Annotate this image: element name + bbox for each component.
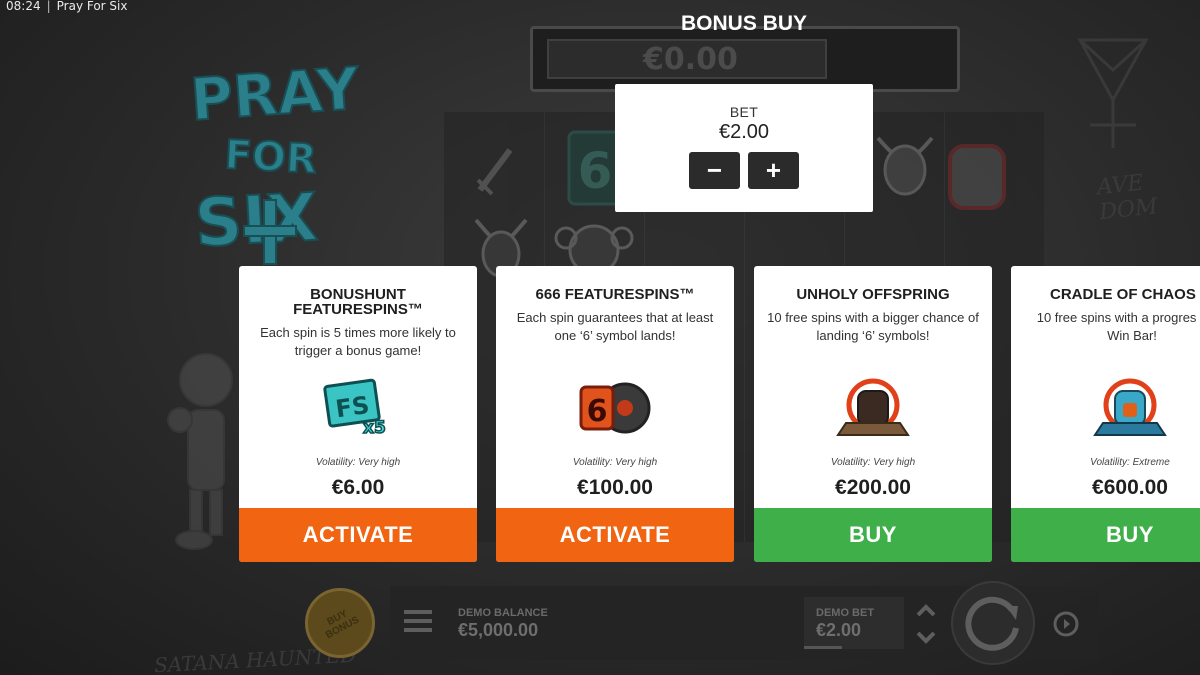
card-description: 10 free spins with a bigger chance of la… (767, 310, 979, 343)
demon-cradle-red-icon (836, 378, 910, 436)
bonus-card-cradle-of-chaos: CRADLE OF CHAOS 10 free spins with a pro… (1011, 266, 1200, 562)
autoplay-icon[interactable] (1050, 608, 1082, 640)
bonus-buy-title: BONUS BUY (680, 12, 807, 35)
card-price: €6.00 (331, 476, 385, 499)
demo-bet-value: €2.00 (816, 620, 862, 640)
bet-increase-button[interactable]: + (748, 152, 799, 189)
card-volatility: Volatility: Very high (315, 457, 401, 468)
svg-text:6: 6 (578, 142, 613, 200)
card-description-text: 10 free spins with a progres Total Win B… (1036, 310, 1200, 343)
activate-button[interactable]: ACTIVATE (239, 508, 477, 562)
svg-text:PRAY: PRAY (188, 54, 362, 134)
sword-symbol-icon (476, 148, 513, 196)
bonus-card-bonushunt: BONUSHUNT FEATURESPINS™ Each spin is 5 t… (239, 266, 477, 562)
demo-bet-underline (804, 646, 842, 649)
card-title: 666 FEATURESPINS™ (535, 286, 695, 303)
buy-button[interactable]: BUY (754, 508, 992, 562)
goat-head-icon (876, 136, 934, 196)
card-description: Each spin is 5 times more likely to trig… (260, 325, 456, 358)
card-volatility: Volatility: Very high (572, 457, 658, 468)
buy-bonus-label: BUY BONUS (324, 608, 362, 642)
game-logo: PRAY FOR SIX (188, 53, 363, 265)
bonus-card-unholy-offspring: UNHOLY OFFSPRING 10 free spins with a bi… (754, 266, 992, 562)
card-volatility: Volatility: Extreme (1090, 457, 1170, 468)
spin-button-icon[interactable] (950, 580, 1036, 666)
card-title: BONUSHUNT FEATURESPINS™ (293, 286, 423, 318)
pentagram-icon (1077, 38, 1149, 148)
svg-text:6: 6 (587, 394, 608, 429)
card-description: Each spin guarantees that at least one ‘… (516, 310, 714, 343)
demon-character-icon (167, 353, 233, 550)
demo-balance-label: DEMO BALANCE (458, 607, 548, 619)
bet-label: BET (729, 104, 759, 120)
demo-balance-value: €5,000.00 (458, 620, 539, 640)
svg-text:SIX: SIX (193, 179, 320, 262)
svg-text:x5: x5 (363, 418, 386, 438)
svg-text:FOR: FOR (223, 132, 317, 183)
buy-bonus-button[interactable]: BUY BONUS (305, 588, 375, 658)
bet-panel: BET €2.00 − + (615, 84, 873, 212)
bet-decrease-button[interactable]: − (689, 152, 740, 189)
featurespins-x5-icon: FS x5 (323, 378, 387, 439)
demon-cradle-blue-icon (1093, 378, 1167, 436)
six-wheel-icon: 6 (579, 382, 651, 434)
menu-icon[interactable] (404, 610, 432, 634)
card-price: €100.00 (577, 476, 653, 499)
background-text-ave: AVE DOM (1095, 170, 1159, 226)
hand-sign-icon (948, 144, 1006, 210)
bet-value: €2.00 (718, 121, 770, 143)
activate-button[interactable]: ACTIVATE (496, 508, 734, 562)
buy-button[interactable]: BUY (1011, 508, 1200, 562)
bet-up-down-arrows-icon[interactable] (912, 601, 940, 647)
card-title: UNHOLY OFFSPRING (796, 286, 950, 303)
win-amount: €0.00 (547, 39, 827, 79)
demo-bet-label: DEMO BET (816, 607, 875, 619)
card-price: €200.00 (835, 476, 911, 499)
card-description: 10 free spins with a progres Total Win B… (1021, 309, 1200, 345)
card-price: €600.00 (1092, 476, 1168, 499)
card-volatility: Volatility: Very high (830, 457, 916, 468)
card-title: CRADLE OF CHAOS (1050, 286, 1196, 303)
bonus-card-666: 666 FEATURESPINS™ Each spin guarantees t… (496, 266, 734, 562)
